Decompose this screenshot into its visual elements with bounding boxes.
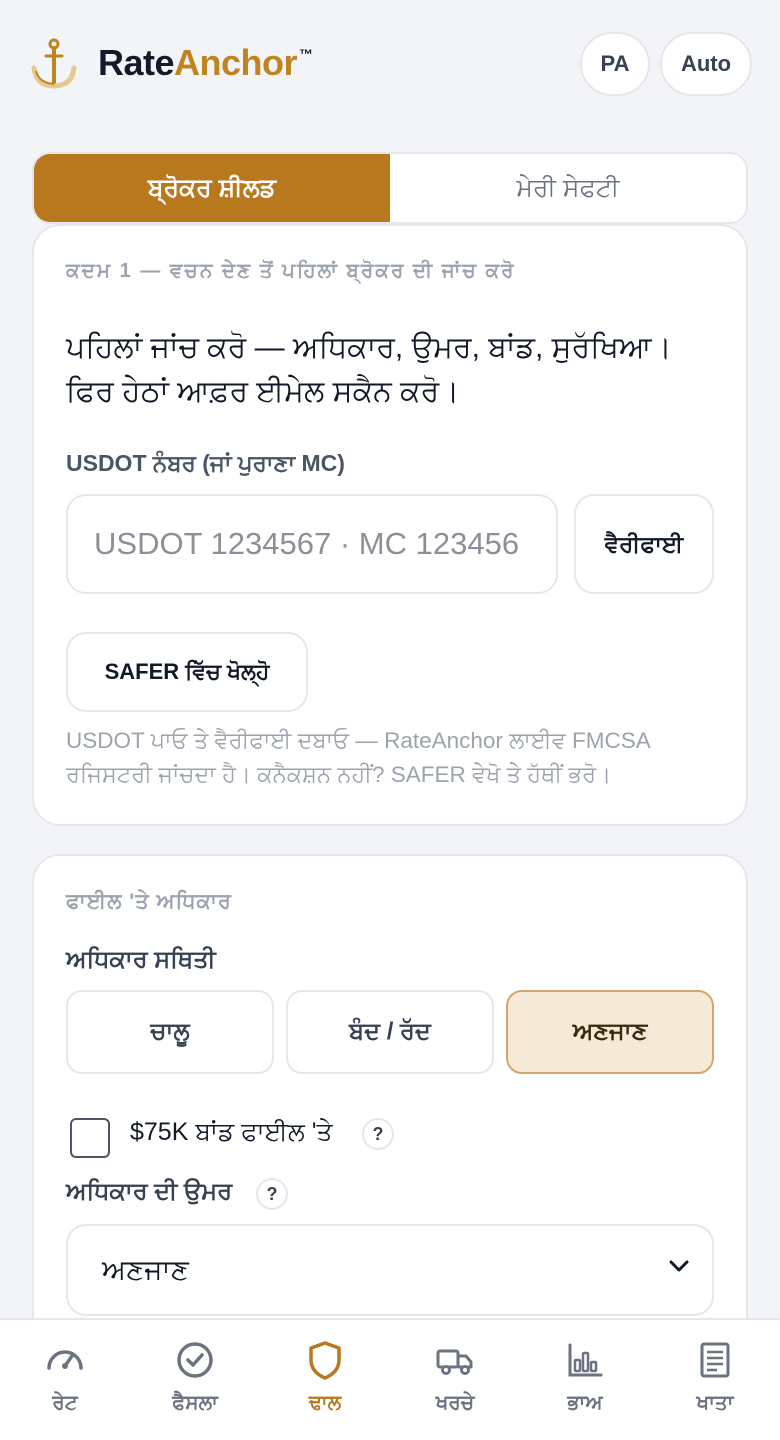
nav-label-decision: ਫੈਸਲਾ (172, 1392, 218, 1414)
nav-item-rate[interactable]: ਰੇਟ (0, 1320, 130, 1440)
broker-check-card: ਕਦਮ 1 — ਵਚਨ ਦੇਣ ਤੋਂ ਪਹਿਲਾਂ ਬ੍ਰੋਕਰ ਦੀ ਜਾਂ… (32, 224, 748, 826)
tab-my-safety[interactable]: ਮੇਰੀ ਸੇਫਟੀ (390, 154, 746, 222)
authority-age-select[interactable]: ਅਣਜਾਣ (66, 1224, 714, 1316)
nav-label-expenses: ਖਰਚੇ (435, 1392, 475, 1414)
tab-broker-shield[interactable]: ਬ੍ਰੋਕਰ ਸ਼ੀਲਡ (34, 154, 390, 222)
status-option-unknown[interactable]: ਅਣਜਾਣ (506, 990, 714, 1074)
status-option-revoked[interactable]: ਬੰਦ / ਰੱਦ (286, 990, 494, 1074)
nav-label-rate: ਰੇਟ (52, 1392, 78, 1414)
verify-button[interactable]: ਵੈਰੀਫਾਈ (574, 494, 714, 594)
trademark: ™ (299, 46, 313, 62)
nav-item-expenses[interactable]: ਖਰਚੇ (390, 1320, 520, 1440)
open-safer-button[interactable]: SAFER ਵਿੱਚ ਖੋਲ੍ਹੋ (66, 632, 308, 712)
nav-item-shield[interactable]: ਢਾਲ (260, 1320, 390, 1440)
truck-icon (436, 1349, 473, 1375)
usdot-help-text: USDOT ਪਾਓ ਤੇ ਵੈਰੀਫਾਈ ਦਬਾਓ — RateAnchor ਲ… (66, 728, 650, 787)
anchor-logo-icon (31, 38, 77, 89)
brand-part-rate: Rate (98, 42, 175, 83)
nav-label-shield: ਢਾਲ (308, 1392, 342, 1414)
status-option-active[interactable]: ਚਾਲੂ (66, 990, 274, 1074)
authority-status-label: ਅਧਿਕਾਰ ਸਥਿਤੀ (66, 946, 216, 973)
nav-label-account: ਖਾਤਾ (696, 1392, 734, 1414)
bond-help-icon[interactable]: ? (362, 1118, 394, 1150)
usdot-field-label: USDOT ਨੰਬਰ (ਜਾਂ ਪੁਰਾਣਾ MC) (66, 450, 345, 476)
bar-chart-icon (568, 1343, 603, 1377)
mode-tabs: ਬ੍ਰੋਕਰ ਸ਼ੀਲਡ ਮੇਰੀ ਸੇਫਟੀ (32, 152, 748, 224)
bond-label: $75K ਬਾਂਡ ਫਾਈਲ 'ਤੇ (130, 1118, 333, 1146)
card-headline: ਪਹਿਲਾਂ ਜਾਂਚ ਕਰੋ — ਅਧਿਕਾਰ, ਉਮਰ, ਬਾਂਡ, ਸੁਰ… (66, 331, 672, 408)
brand-part-anchor: Anchor (174, 42, 298, 83)
nav-item-prices[interactable]: ਭਾਅ (520, 1320, 650, 1440)
nav-label-prices: ਭਾਅ (567, 1392, 603, 1414)
authority-age-label: ਅਧਿਕਾਰ ਦੀ ਉਮਰ (66, 1178, 233, 1205)
age-select-value: ਅਣਜਾਣ (102, 1253, 189, 1285)
authority-section-label: ਫਾਈਲ 'ਤੇ ਅਧਿਕਾਰ (66, 890, 232, 913)
authority-card: ਫਾਈਲ 'ਤੇ ਅਧਿਕਾਰ ਅਧਿਕਾਰ ਸਥਿਤੀ ਚਾਲੂ ਬੰਦ / … (32, 854, 748, 1374)
app-header: RateAnchor ™ PA Auto (0, 0, 780, 128)
step-label: ਕਦਮ 1 — ਵਚਨ ਦੇਣ ਤੋਂ ਪਹਿਲਾਂ ਬ੍ਰੋਕਰ ਦੀ ਜਾਂ… (66, 260, 516, 282)
usdot-input[interactable] (66, 494, 558, 594)
document-icon (700, 1342, 730, 1378)
age-help-icon[interactable]: ? (256, 1178, 288, 1210)
language-button[interactable]: PA (580, 32, 650, 96)
bottom-nav: ਰੇਟ ਫੈਸਲਾ ਢਾਲ ਖਰਚੇ ਭਾਅ ਖਾਤਾ (0, 1318, 780, 1440)
nav-item-account[interactable]: ਖਾਤਾ (650, 1320, 780, 1440)
chevron-down-icon (669, 1260, 689, 1272)
check-circle-icon (177, 1342, 213, 1378)
brand-wordmark: RateAnchor ™ (98, 42, 313, 84)
theme-button[interactable]: Auto (660, 32, 752, 96)
shield-icon (309, 1341, 341, 1380)
nav-item-decision[interactable]: ਫੈਸਲਾ (130, 1320, 260, 1440)
bond-checkbox[interactable] (70, 1118, 110, 1158)
gauge-icon (47, 1350, 83, 1370)
